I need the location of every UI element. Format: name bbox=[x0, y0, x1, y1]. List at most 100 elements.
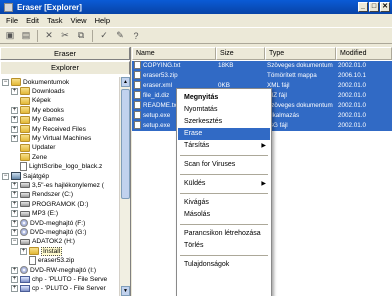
menu-view[interactable]: View bbox=[66, 16, 90, 25]
column-type[interactable]: Type bbox=[265, 47, 336, 60]
menu-task[interactable]: Task bbox=[43, 16, 66, 25]
menu-item-label: Tulajdonságok bbox=[184, 261, 230, 268]
expand-icon[interactable]: + bbox=[11, 134, 18, 142]
help-icon[interactable]: ? bbox=[130, 30, 142, 42]
properties-icon[interactable]: ▤ bbox=[20, 30, 32, 42]
drive-icon bbox=[20, 182, 30, 189]
expand-icon[interactable]: + bbox=[11, 285, 18, 293]
maximize-button[interactable]: □ bbox=[369, 2, 379, 12]
erase-icon[interactable]: ✎ bbox=[114, 30, 126, 42]
scroll-down-arrow[interactable]: ▼ bbox=[121, 286, 130, 296]
new-task-icon[interactable]: ▣ bbox=[4, 30, 16, 42]
expand-icon[interactable]: + bbox=[11, 228, 18, 236]
cd-icon bbox=[20, 219, 28, 227]
submenu-arrow-icon: ▶ bbox=[261, 181, 266, 187]
context-menu-item[interactable]: Nyomtatás bbox=[178, 104, 270, 116]
tree-node-label: Install bbox=[41, 246, 63, 256]
tree-node-label: My Received Files bbox=[32, 125, 86, 133]
scroll-up-arrow[interactable]: ▲ bbox=[121, 77, 130, 87]
minimize-button[interactable]: _ bbox=[358, 2, 368, 12]
tree-node-label: Dokumentumok bbox=[23, 78, 70, 86]
menu-separator bbox=[180, 174, 268, 175]
collapse-icon[interactable]: − bbox=[2, 78, 9, 86]
tree-node-label: 3,5"-es hajlékonylemez ( bbox=[32, 181, 104, 189]
context-menu-item[interactable]: Parancsikon létrehozása bbox=[178, 228, 270, 240]
expand-icon[interactable]: + bbox=[11, 106, 18, 114]
expand-icon[interactable]: + bbox=[11, 116, 18, 124]
expand-icon[interactable]: + bbox=[11, 191, 18, 199]
context-menu-item[interactable]: Scan for Viruses bbox=[178, 159, 270, 171]
context-menu-item[interactable]: Küldés ▶ bbox=[178, 178, 270, 190]
expand-icon[interactable]: + bbox=[20, 247, 27, 255]
file-modified-cell: 2002.01.0 bbox=[338, 122, 367, 129]
scroll-thumb[interactable] bbox=[121, 89, 130, 199]
cut-icon[interactable]: ✂ bbox=[59, 30, 71, 42]
net-icon bbox=[20, 285, 30, 293]
expand-icon[interactable]: + bbox=[11, 266, 18, 274]
menu-edit[interactable]: Edit bbox=[22, 16, 43, 25]
context-menu-item[interactable]: Társítás ▶ bbox=[178, 140, 270, 152]
file-row[interactable]: COPYING.txt 18KB Szöveges dokumentum 2002.0… bbox=[132, 61, 392, 71]
cd-icon bbox=[20, 228, 28, 237]
expand-icon[interactable]: + bbox=[11, 181, 18, 189]
file-name: setup.exe bbox=[143, 112, 171, 119]
folder-icon bbox=[20, 106, 30, 115]
menu-item-label: Erase bbox=[184, 130, 203, 137]
file-type-cell: Alkalmazás bbox=[267, 112, 300, 119]
menu-help[interactable]: Help bbox=[91, 16, 114, 25]
context-menu-item[interactable]: Tulajdonságok bbox=[178, 259, 270, 271]
paste-icon[interactable]: ✓ bbox=[98, 30, 110, 42]
menu-item-label: Kivágás bbox=[184, 199, 209, 206]
folder-tree: − Dokumentumok + Downloads Képek + My ebooks + M… bbox=[0, 77, 119, 296]
tree-node-label: MP3 (E:) bbox=[32, 210, 59, 218]
expand-icon[interactable]: + bbox=[11, 87, 18, 95]
column-size[interactable]: Size bbox=[216, 47, 265, 60]
tree-node-label: eraser53.zip bbox=[38, 257, 75, 265]
tree-node-label: DVD-meghajtó (F:) bbox=[30, 219, 86, 227]
close-button[interactable]: ✕ bbox=[380, 2, 390, 12]
file-icon bbox=[134, 81, 141, 90]
app-icon bbox=[4, 2, 13, 12]
file-modified-cell: 2002.01.0 bbox=[338, 92, 367, 99]
submenu-arrow-icon: ▶ bbox=[261, 143, 266, 149]
tree-node[interactable]: + cp - 'PLUTO - File Server bbox=[11, 284, 106, 294]
expand-icon[interactable]: + bbox=[11, 275, 18, 283]
tree-node-label: Updater bbox=[32, 144, 56, 152]
context-menu-item[interactable]: Kivágás bbox=[178, 197, 270, 209]
file-modified-cell: 2002.01.0 bbox=[338, 112, 367, 119]
file-row[interactable]: eraser53.zip Tömörített mappa 2006.10.1 bbox=[132, 71, 392, 81]
tree-node-label: Downloads bbox=[32, 87, 65, 95]
tree-node-label: LightScribe_logo_black.z bbox=[29, 163, 103, 171]
file-name: file_id.diz bbox=[143, 92, 170, 99]
file-size-cell bbox=[218, 71, 263, 81]
expand-icon[interactable]: + bbox=[11, 219, 18, 227]
expand-icon[interactable]: + bbox=[11, 210, 18, 218]
collapse-icon[interactable]: − bbox=[2, 172, 9, 180]
folder-icon bbox=[20, 125, 30, 133]
context-menu-item[interactable]: Szerkesztés bbox=[178, 116, 270, 128]
expand-icon[interactable]: + bbox=[11, 200, 18, 208]
tree-node-label: My ebooks bbox=[32, 106, 64, 114]
collapse-icon[interactable]: − bbox=[11, 238, 18, 246]
tree-scrollbar[interactable]: ▲ ▼ bbox=[119, 77, 130, 296]
context-menu-item[interactable]: Erase bbox=[178, 128, 270, 140]
left-panel: Eraser Explorer − Dokumentumok + Downloads K… bbox=[0, 47, 131, 296]
delete-icon[interactable]: ✕ bbox=[43, 30, 55, 42]
menu-file[interactable]: File bbox=[2, 16, 22, 25]
file-modified-cell: 2006.10.1 bbox=[338, 72, 367, 79]
expand-icon[interactable]: + bbox=[11, 125, 18, 133]
context-menu-item[interactable]: Megnyitás bbox=[178, 92, 270, 104]
window-title: Eraser [Explorer] bbox=[17, 2, 82, 12]
toolbar-separator bbox=[92, 29, 93, 42]
copy-icon[interactable]: ⧉ bbox=[75, 30, 87, 42]
context-menu-item[interactable]: Másolás bbox=[178, 209, 270, 221]
file-icon bbox=[134, 91, 141, 100]
folder-icon bbox=[20, 153, 30, 162]
tree-node-label: My Virtual Machines bbox=[32, 134, 92, 142]
tab-explorer[interactable]: Explorer bbox=[0, 61, 130, 75]
folder-icon bbox=[20, 143, 30, 152]
menu-separator bbox=[180, 224, 268, 225]
context-menu-item[interactable]: Törlés bbox=[178, 240, 270, 252]
column-modified[interactable]: Modified bbox=[336, 47, 392, 60]
column-name[interactable]: Name bbox=[132, 47, 216, 60]
